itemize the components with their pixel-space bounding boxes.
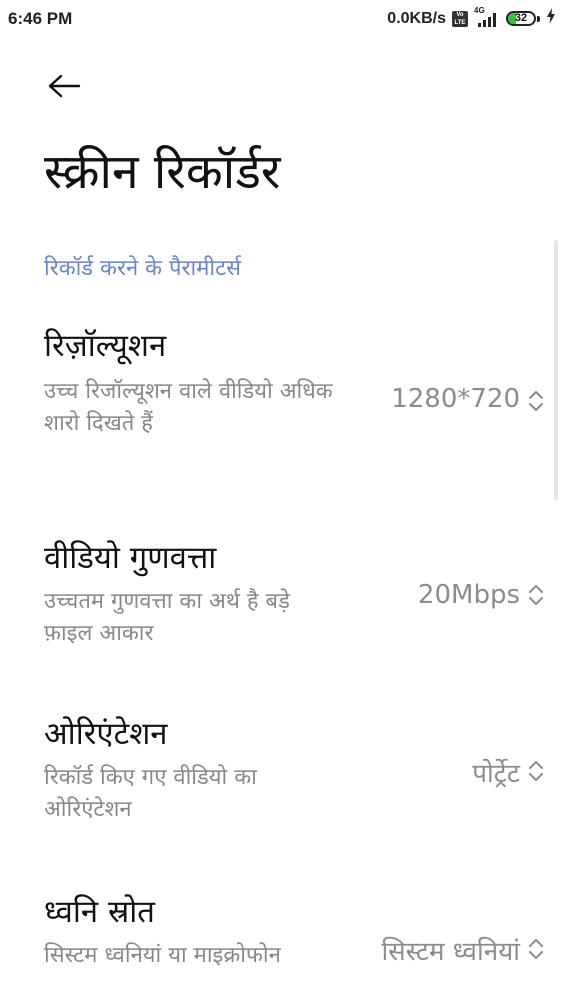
setting-orientation[interactable]: ओरिएंटेशन रिकॉर्ड किए गए वीडियो का ओरिएं… xyxy=(0,712,562,842)
setting-value: 20Mbps xyxy=(417,580,520,610)
setting-description: रिकॉर्ड किए गए वीडियो का ओरिएंटेशन xyxy=(44,765,257,822)
chevron-up-down-icon xyxy=(529,585,543,605)
network-speed: 0.0KB/s xyxy=(387,9,446,27)
setting-sound-source[interactable]: ध्वनि स्रोत सिस्टम ध्वनियां या माइक्रोफो… xyxy=(0,890,562,999)
status-bar: 6:46 PM 0.0KB/s Vo LTE 4G 32 xyxy=(0,0,562,40)
setting-video-quality[interactable]: वीडियो गुणवत्ता उच्चतम गुणवत्ता का अर्थ … xyxy=(0,536,562,666)
setting-resolution[interactable]: रिज़ॉल्यूशन उच्च रिजॉल्यूशन वाले वीडियो … xyxy=(0,324,562,494)
signal-icon: 4G xyxy=(474,6,500,28)
setting-title: वीडियो गुणवत्ता xyxy=(44,540,217,576)
setting-title: रिज़ॉल्यूशन xyxy=(44,328,167,364)
setting-title: ध्वनि स्रोत xyxy=(44,894,155,930)
page-title: स्क्रीन रिकॉर्डर xyxy=(44,144,281,200)
chevron-up-down-icon xyxy=(529,391,543,411)
setting-description: उच्चतम गुणवत्ता का अर्थ है बड़े फ़ाइल आक… xyxy=(44,589,290,646)
battery-level-label: 32 xyxy=(514,12,528,24)
setting-value: सिस्टम ध्वनियां xyxy=(381,937,520,967)
section-header: रिकॉर्ड करने के पैरामीटर्स xyxy=(44,256,242,281)
charging-bolt-icon xyxy=(546,8,556,29)
setting-value: 1280*720 xyxy=(391,384,520,414)
setting-description: उच्च रिजॉल्यूशन वाले वीडियो अधिक शारो दि… xyxy=(44,379,333,436)
status-icons: 0.0KB/s Vo LTE 4G 32 xyxy=(387,6,556,29)
battery-icon: 32 xyxy=(506,11,540,26)
back-button[interactable] xyxy=(36,58,92,114)
status-time: 6:46 PM xyxy=(8,9,73,28)
setting-description: सिस्टम ध्वनियां या माइक्रोफोन xyxy=(44,943,281,968)
setting-value: पोर्ट्रेट xyxy=(472,759,520,789)
setting-title: ओरिएंटेशन xyxy=(44,716,168,752)
chevron-up-down-icon xyxy=(529,761,543,781)
volte-icon: Vo LTE xyxy=(452,10,468,27)
chevron-up-down-icon xyxy=(529,939,543,959)
arrow-left-icon xyxy=(48,74,81,98)
